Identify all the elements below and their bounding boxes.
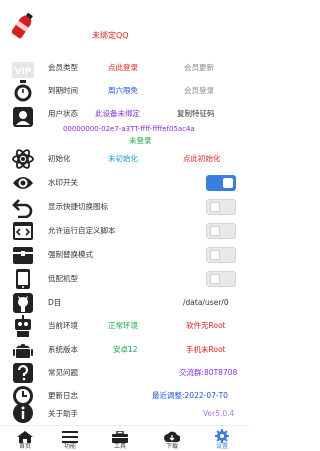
- membership-label: 会员类型: [48, 63, 78, 72]
- phone-icon: [12, 268, 34, 290]
- qq-group-number[interactable]: 交流群:80T8708: [179, 368, 237, 378]
- environment-label: 当前环境: [48, 321, 78, 330]
- data-path-value: /data/user/0: [183, 298, 229, 307]
- toggle-knob: [210, 202, 220, 212]
- app-version: Ver5.0.4: [203, 409, 235, 418]
- copy-id-button[interactable]: 复制特征码: [177, 109, 215, 119]
- toggle-knob: [223, 178, 233, 188]
- info-icon: [12, 402, 34, 424]
- script-icon: [12, 220, 34, 242]
- watermark-label: 水印开关: [48, 178, 78, 187]
- about-row[interactable]: 关于助手 Ver5.0.4: [0, 403, 250, 423]
- expiry-value: 周六限免: [108, 86, 138, 95]
- svg-text:VIP: VIP: [15, 67, 32, 77]
- init-row: 初始化 未初始化 点此初始化: [0, 148, 250, 170]
- toggle-knob: [210, 226, 220, 236]
- nav-label: 下载: [165, 443, 178, 450]
- nav-download[interactable]: 下载: [147, 426, 197, 451]
- toggle-knob: [210, 250, 220, 260]
- expiry-row: 到期时间 周六限免 会员登录: [0, 80, 250, 102]
- gear-icon: [214, 428, 230, 443]
- force-replace-label: 强制替换模式: [48, 250, 93, 259]
- low-spec-toggle-row: 低配机型: [0, 268, 250, 290]
- eye-icon: [12, 172, 34, 194]
- home-icon: [17, 428, 33, 443]
- header-row: 未绑定QQ: [0, 6, 250, 42]
- low-spec-toggle[interactable]: [206, 271, 236, 287]
- nav-tools[interactable]: 工具: [95, 426, 145, 451]
- init-value: 未初始化: [108, 154, 138, 163]
- custom-script-toggle[interactable]: [206, 223, 236, 239]
- watermark-toggle-row: 水印开关: [0, 172, 250, 194]
- data-path-label: D目: [48, 298, 62, 307]
- faq-label: 常见问题: [48, 368, 78, 377]
- qq-bind-status[interactable]: 未绑定QQ: [92, 31, 129, 41]
- device-id[interactable]: 00000000-02e7-a3TT-ffff-ffffef05ac4a: [63, 124, 195, 134]
- atom-icon: [12, 148, 34, 170]
- login-link[interactable]: 点此登录: [108, 63, 138, 73]
- github-icon: [12, 292, 34, 314]
- environment-row: 当前环境 正常环境 软件无Root: [0, 315, 250, 337]
- custom-script-label: 允许运行自定义脚本: [48, 226, 116, 235]
- toolbox-icon: [112, 428, 128, 443]
- phone-root-status: 手机未Root: [186, 345, 226, 354]
- cloud-download-icon: [164, 428, 181, 442]
- bottle-icon: [12, 11, 34, 39]
- nav-home[interactable]: 首页: [0, 426, 50, 451]
- quick-switch-toggle-row: 显示快捷切换图标: [0, 196, 250, 218]
- nav-label: 工具: [113, 443, 126, 450]
- login-status: 未登录: [129, 136, 152, 145]
- init-button[interactable]: 点此初始化: [183, 154, 221, 164]
- quick-switch-label: 显示快捷切换图标: [48, 202, 108, 211]
- system-version-label: 系统版本: [48, 345, 78, 354]
- system-version-row: 系统版本 安卓12 手机未Root: [0, 339, 250, 361]
- system-version-value: 安卓12: [113, 345, 138, 354]
- root-status: 软件无Root: [186, 321, 226, 330]
- membership-update-button[interactable]: 会员更新: [184, 63, 214, 73]
- quick-switch-toggle[interactable]: [206, 199, 236, 215]
- force-replace-toggle[interactable]: [206, 247, 236, 263]
- watermark-toggle[interactable]: [206, 175, 236, 191]
- robot-icon: [12, 315, 34, 337]
- data-path-row: D目 /data/user/0: [0, 292, 250, 314]
- membership-row: VIP 会员类型 点此登录 会员更新: [0, 58, 250, 78]
- android-icon: [12, 339, 34, 361]
- nav-features[interactable]: 功能: [45, 426, 95, 451]
- nav-label: 功能: [63, 443, 76, 450]
- user-icon: [12, 106, 34, 128]
- faq-row[interactable]: 常见问题 交流群:80T8708: [0, 361, 250, 385]
- box-icon: [12, 244, 34, 266]
- user-status-value: 此设备未绑定: [95, 109, 140, 118]
- nav-label: 设置: [215, 443, 228, 450]
- stopwatch-icon: [12, 80, 34, 102]
- menu-icon: [62, 428, 78, 443]
- nav-settings[interactable]: 设置: [197, 426, 247, 451]
- last-update: 最近调整:2022-07-T0: [152, 391, 228, 400]
- changelog-label: 更新日志: [48, 391, 78, 400]
- force-replace-toggle-row: 强制替换模式: [0, 244, 250, 266]
- nav-label: 首页: [18, 443, 31, 450]
- low-spec-label: 低配机型: [48, 274, 78, 283]
- bottom-nav: 首页 功能 工具 下载 设置: [0, 425, 250, 451]
- vip-icon: VIP: [12, 59, 34, 81]
- init-label: 初始化: [48, 154, 71, 163]
- membership-login-button[interactable]: 会员登录: [184, 86, 214, 96]
- toggle-knob: [210, 274, 220, 284]
- about-label: 关于助手: [48, 409, 78, 418]
- expiry-label: 到期时间: [48, 86, 78, 95]
- environment-value: 正常环境: [108, 321, 138, 330]
- user-status-row: 用户状态 此设备未绑定 复制特征码 00000000-02e7-a3TT-fff…: [0, 104, 250, 150]
- custom-script-toggle-row: 允许运行自定义脚本: [0, 220, 250, 242]
- user-status-label: 用户状态: [48, 109, 78, 118]
- undo-icon: [12, 196, 34, 218]
- question-icon: [12, 362, 34, 384]
